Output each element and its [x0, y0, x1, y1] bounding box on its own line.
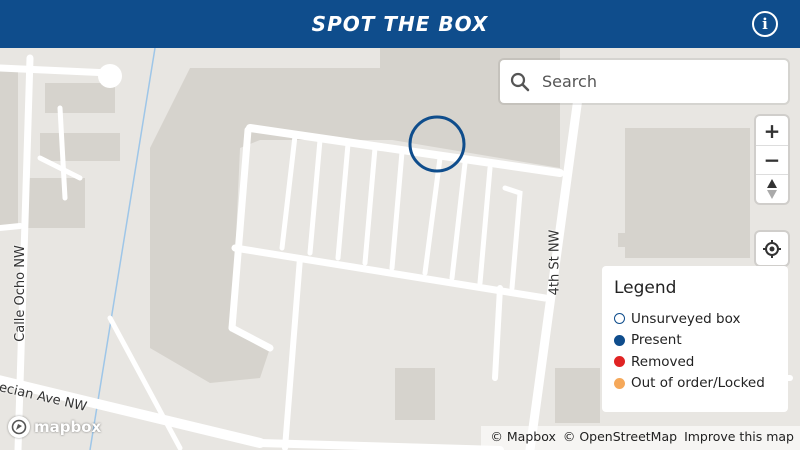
legend-item: Out of order/Locked	[614, 373, 776, 395]
search-box[interactable]	[500, 60, 788, 103]
building	[150, 68, 410, 383]
attribution-bar: © Mapbox © OpenStreetMap Improve this ma…	[481, 426, 800, 450]
geolocate-button[interactable]	[756, 232, 788, 265]
mapbox-icon	[8, 416, 30, 438]
building	[395, 368, 435, 420]
mapbox-logo[interactable]: mapbox	[8, 416, 101, 438]
street-label-4th-st: 4th St NW	[547, 229, 563, 296]
legend-title: Legend	[614, 278, 677, 298]
app-title: SPOT THE BOX	[311, 12, 489, 36]
legend-swatch	[614, 377, 625, 389]
info-icon[interactable]: i	[752, 11, 778, 37]
legend-item: Unsurveyed box	[614, 308, 776, 330]
building	[45, 83, 115, 113]
building	[0, 68, 18, 228]
legend-label: Present	[631, 332, 682, 349]
app-header: SPOT THE BOX i	[0, 0, 800, 48]
legend-swatch	[614, 313, 625, 325]
attribution-osm-link[interactable]: © OpenStreetMap	[563, 429, 677, 444]
street-label-calle-ocho: Calle Ocho NW	[12, 245, 28, 342]
legend-label: Removed	[631, 353, 695, 370]
mapbox-logo-text: mapbox	[34, 418, 102, 436]
geolocate-control	[756, 232, 788, 265]
attribution-mapbox-link[interactable]: © Mapbox	[490, 429, 555, 444]
building	[40, 133, 120, 161]
building	[555, 368, 600, 423]
search-input[interactable]	[542, 72, 762, 91]
map-canvas[interactable]: Calle Ocho NW 4th St NW ecian Ave NW + −	[0, 48, 800, 450]
building	[625, 128, 750, 258]
improve-map-link[interactable]: Improve this map	[684, 429, 794, 444]
zoom-out-button[interactable]: −	[756, 145, 788, 174]
geolocate-icon	[763, 239, 781, 258]
zoom-controls: + −	[756, 116, 788, 203]
building	[25, 178, 85, 228]
legend-item: Removed	[614, 351, 776, 373]
legend-swatch	[614, 334, 625, 346]
compass-icon	[767, 179, 777, 199]
search-icon	[510, 72, 530, 91]
legend-panel: Legend Unsurveyed box Present Removed Out o…	[602, 266, 788, 412]
legend-swatch	[614, 356, 625, 368]
cul-de-sac	[98, 64, 122, 88]
zoom-in-button[interactable]: +	[756, 116, 788, 145]
legend-item: Present	[614, 330, 776, 352]
building	[618, 233, 632, 247]
legend-label: Unsurveyed box	[631, 310, 741, 327]
legend-label: Out of order/Locked	[631, 375, 765, 392]
compass-button[interactable]	[756, 174, 788, 203]
